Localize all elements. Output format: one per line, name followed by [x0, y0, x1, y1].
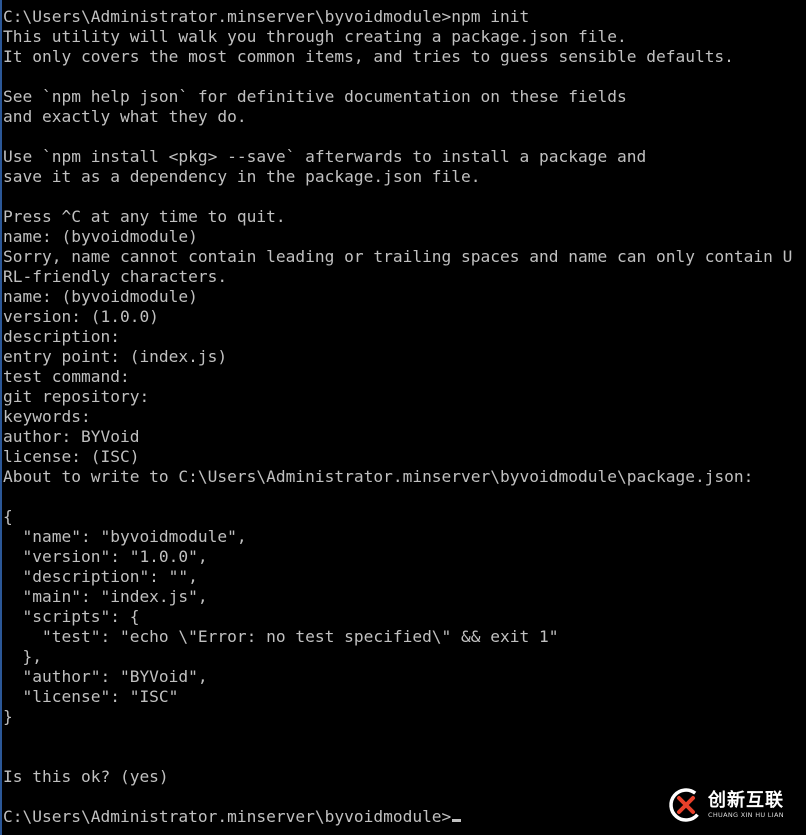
terminal-line: entry point: (index.js) [3, 347, 228, 366]
terminal-line: keywords: [3, 407, 91, 426]
terminal-line: It only covers the most common items, an… [3, 47, 734, 66]
terminal-line: author: BYVoid [3, 427, 140, 446]
terminal-line: Is this ok? (yes) [3, 767, 169, 786]
terminal-line: "scripts": { [3, 607, 140, 626]
terminal-line: license: (ISC) [3, 447, 140, 466]
terminal-line: C:\Users\Administrator.minserver\byvoidm… [3, 807, 462, 827]
terminal-line: name: (byvoidmodule) [3, 227, 198, 246]
terminal-line: "test": "echo \"Error: no test specified… [3, 627, 559, 646]
terminal-line: }, [3, 647, 42, 666]
watermark-subtitle: CHUANG XIN HU LIAN [708, 810, 784, 819]
terminal-line: About to write to C:\Users\Administrator… [3, 467, 754, 486]
terminal-line: "name": "byvoidmodule", [3, 527, 247, 546]
terminal-line: and exactly what they do. [3, 107, 247, 126]
watermark: 创新互联 CHUANG XIN HU LIAN [668, 785, 796, 825]
terminal-line: Sorry, name cannot contain leading or tr… [3, 247, 793, 266]
terminal-line: "author": "BYVoid", [3, 667, 208, 686]
terminal-line: See `npm help json` for definitive docum… [3, 87, 627, 106]
terminal-line: } [3, 707, 13, 726]
terminal-line: This utility will walk you through creat… [3, 27, 627, 46]
terminal-window[interactable]: C:\Users\Administrator.minserver\byvoidm… [0, 0, 806, 835]
terminal-line: "version": "1.0.0", [3, 547, 208, 566]
terminal-line: version: (1.0.0) [3, 307, 159, 326]
chuangxin-logo-icon [669, 788, 703, 822]
watermark-title: 创新互联 [708, 789, 784, 811]
terminal-line: "main": "index.js", [3, 587, 208, 606]
terminal-line: C:\Users\Administrator.minserver\byvoidm… [3, 7, 530, 26]
terminal-line: Press ^C at any time to quit. [3, 207, 286, 226]
terminal-line: "description": "", [3, 567, 198, 586]
terminal-line: "license": "ISC" [3, 687, 179, 706]
terminal-line: { [3, 507, 13, 526]
text-cursor [452, 819, 462, 822]
terminal-line: Use `npm install <pkg> --save` afterward… [3, 147, 647, 166]
terminal-line: description: [3, 327, 120, 346]
terminal-line: RL-friendly characters. [3, 267, 228, 286]
terminal-line: test command: [3, 367, 130, 386]
terminal-line: git repository: [3, 387, 150, 406]
terminal-line: save it as a dependency in the package.j… [3, 167, 481, 186]
terminal-line: name: (byvoidmodule) [3, 287, 198, 306]
window-edge [0, 0, 2, 835]
